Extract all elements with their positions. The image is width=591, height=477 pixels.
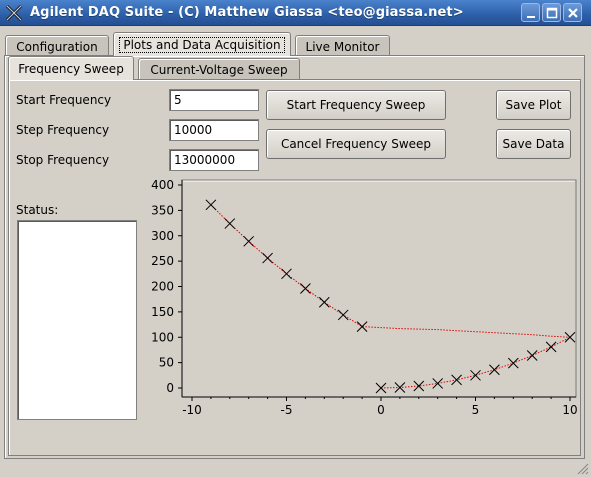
tab-frequency-sweep-label: Frequency Sweep <box>18 61 124 76</box>
window-body: Configuration Plots and Data Acquisition… <box>0 26 591 477</box>
x-tick-label: -5 <box>281 403 293 417</box>
y-tick-label: 250 <box>151 254 174 268</box>
frequency-sweep-plot: 0 50 100 150 200 250 300 350 400 -10 -5 0 5 10 <box>151 178 578 417</box>
y-tick-label: 100 <box>151 330 174 344</box>
y-tick-label: 350 <box>151 203 174 217</box>
x-tick-label: -10 <box>182 403 202 417</box>
close-button[interactable] <box>563 3 582 22</box>
title-bar[interactable]: Agilent DAQ Suite - (C) Matthew Giassa <… <box>0 0 591 26</box>
close-icon <box>568 8 578 18</box>
app-x-icon[interactable] <box>4 3 24 23</box>
y-tick-label: 150 <box>151 305 174 319</box>
y-tick-label: 200 <box>151 280 174 294</box>
maximize-icon <box>546 7 558 19</box>
window-title: Agilent DAQ Suite - (C) Matthew Giassa <… <box>30 5 464 20</box>
y-tick-label: 400 <box>151 178 174 192</box>
tab-plots-label: Plots and Data Acquisition <box>119 36 285 53</box>
plot-frame <box>181 179 577 398</box>
x-tick-label: 10 <box>562 403 577 417</box>
x-tick-label: 0 <box>377 403 385 417</box>
y-tick-label: 50 <box>159 356 174 370</box>
x-tick-label: 5 <box>472 403 480 417</box>
tab-frequency-sweep[interactable]: Frequency Sweep <box>8 56 134 80</box>
minimize-icon <box>527 16 535 18</box>
maximize-button[interactable] <box>542 3 561 22</box>
tab-plots-and-data-acquisition[interactable]: Plots and Data Acquisition <box>113 32 291 56</box>
minimize-button[interactable] <box>521 3 540 22</box>
resize-grip-icon[interactable] <box>575 461 589 475</box>
y-tick-label: 0 <box>166 381 174 395</box>
y-tick-label: 300 <box>151 229 174 243</box>
